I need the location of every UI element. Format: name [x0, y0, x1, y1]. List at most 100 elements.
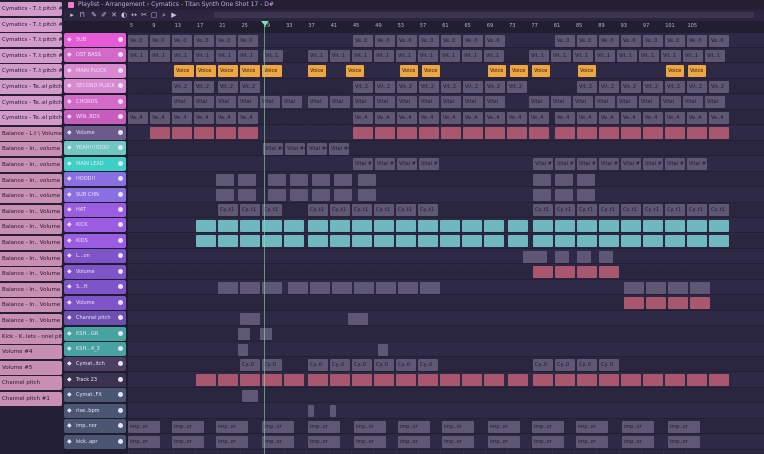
track-mute-toggle[interactable]: [118, 206, 123, 212]
pattern-clip[interactable]: Cy..0: [330, 358, 350, 371]
track-mute-toggle[interactable]: [118, 67, 123, 73]
pattern-clip[interactable]: [240, 374, 260, 387]
pattern-clip[interactable]: [555, 250, 569, 263]
pattern-clip[interactable]: Vit..1: [617, 49, 637, 62]
pattern-clip[interactable]: [334, 173, 352, 186]
pattern-clip[interactable]: [484, 235, 504, 248]
pattern-clip[interactable]: Vit..2: [375, 80, 395, 93]
pattern-clip[interactable]: [621, 127, 641, 140]
pattern-clip[interactable]: [268, 189, 286, 201]
track-header[interactable]: ◆ Track 23: [64, 372, 126, 387]
pattern-clip[interactable]: Voice: [532, 65, 550, 78]
pattern-clip[interactable]: [240, 312, 260, 325]
pattern-clip[interactable]: [555, 173, 573, 186]
pattern-clip[interactable]: [398, 281, 418, 294]
pattern-clip[interactable]: Ve..4: [507, 111, 527, 124]
pattern-clip[interactable]: Ve..0: [216, 34, 236, 47]
pattern-clip[interactable]: [262, 374, 282, 387]
pattern-clip[interactable]: Vit..2: [194, 80, 214, 93]
pattern-clip[interactable]: Ve..4: [529, 111, 549, 124]
pattern-clip[interactable]: [260, 328, 272, 341]
pattern-clip[interactable]: [577, 189, 595, 201]
pattern-clip[interactable]: Vital: [353, 96, 373, 109]
pattern-clip[interactable]: Vital: [419, 96, 439, 109]
pattern-clip[interactable]: [290, 189, 308, 201]
pattern-clip[interactable]: Ve..0: [621, 34, 641, 47]
pattern-clip[interactable]: imp..or: [488, 436, 520, 449]
pattern-clip[interactable]: [378, 343, 388, 356]
pattern-clip[interactable]: [218, 219, 238, 232]
track-mute-toggle[interactable]: [118, 83, 123, 89]
automation-clip-item[interactable]: Cymatics - Te..el pitch #1: [0, 95, 62, 110]
pattern-clip[interactable]: imp..or: [172, 436, 204, 449]
brush-tool-icon[interactable]: ✐: [100, 11, 108, 19]
pattern-clip[interactable]: Vit..1: [705, 49, 725, 62]
pattern-clip[interactable]: Cy..t1: [330, 204, 350, 217]
pattern-clip[interactable]: [462, 374, 482, 387]
pattern-clip[interactable]: [555, 235, 575, 248]
pattern-clip[interactable]: Ve..4: [353, 111, 373, 124]
pattern-clip[interactable]: Cy..0: [555, 358, 575, 371]
automation-clip-item[interactable]: Balance - In.. Volume #5: [0, 204, 62, 219]
pattern-clip[interactable]: [330, 235, 350, 248]
pattern-clip[interactable]: [555, 374, 575, 387]
pattern-clip[interactable]: Cy..t1: [599, 204, 619, 217]
pattern-clip[interactable]: Ve..4: [194, 111, 214, 124]
track-header[interactable]: ◆ MAIN LEAD: [64, 156, 126, 171]
pattern-clip[interactable]: Vital: [375, 96, 395, 109]
track-header[interactable]: ◆ MAIN PLUCK: [64, 63, 126, 78]
pattern-clip[interactable]: [687, 374, 707, 387]
pattern-clip[interactable]: Ve..4: [687, 111, 707, 124]
pattern-clip[interactable]: [529, 127, 549, 140]
pattern-clip[interactable]: Vit..1: [639, 49, 659, 62]
pattern-clip[interactable]: [665, 235, 685, 248]
delete-tool-icon[interactable]: ✕: [110, 11, 118, 19]
pattern-clip[interactable]: Voice: [174, 65, 194, 78]
track-mute-toggle[interactable]: [118, 330, 123, 336]
pattern-clip[interactable]: [508, 219, 528, 232]
pattern-clip[interactable]: Vit..1: [263, 49, 283, 62]
pattern-clip[interactable]: Vital: [617, 96, 637, 109]
pattern-clip[interactable]: Ve..4: [216, 111, 236, 124]
pattern-clip[interactable]: [284, 235, 304, 248]
pattern-clip[interactable]: Ve..4: [485, 111, 505, 124]
pattern-clip[interactable]: Vital: [551, 96, 571, 109]
pattern-clip[interactable]: [533, 250, 547, 263]
pattern-clip[interactable]: Vit..2: [643, 80, 663, 93]
track-mute-toggle[interactable]: [118, 268, 123, 274]
pattern-clip[interactable]: Vit..2: [507, 80, 527, 93]
pattern-clip[interactable]: imp..or: [442, 436, 474, 449]
pattern-clip[interactable]: [440, 374, 460, 387]
pattern-clip[interactable]: [555, 189, 573, 201]
playhead[interactable]: [264, 21, 265, 454]
automation-clip-item[interactable]: Balance - In.. volume #11: [0, 189, 62, 204]
pattern-clip[interactable]: [262, 281, 282, 294]
pattern-clip[interactable]: Voice: [488, 65, 506, 78]
track-mute-toggle[interactable]: [118, 315, 123, 321]
pattern-clip[interactable]: [577, 219, 597, 232]
pattern-clip[interactable]: [240, 235, 260, 248]
automation-clip-item[interactable]: Cymatics - T..t pitch #29: [0, 17, 62, 32]
track-lane[interactable]: [128, 249, 764, 265]
snap-magnet-icon[interactable]: ⊓: [78, 11, 86, 19]
pattern-clip[interactable]: [196, 235, 216, 248]
track-header[interactable]: ◆ Channel pitch: [64, 311, 126, 326]
pattern-clip[interactable]: Ve..0: [353, 34, 373, 47]
track-header[interactable]: ◆ HOOD!!: [64, 172, 126, 187]
track-lane[interactable]: [128, 311, 764, 327]
track-header[interactable]: ◆ CHORDS: [64, 94, 126, 109]
pattern-clip[interactable]: imp..or: [532, 420, 564, 433]
pattern-clip[interactable]: Vital: [308, 96, 328, 109]
pattern-clip[interactable]: [687, 127, 707, 140]
pattern-clip[interactable]: Vital #7: [665, 158, 685, 171]
mute-tool-icon[interactable]: ◐: [120, 11, 128, 19]
pattern-clip[interactable]: imp..or: [172, 420, 204, 433]
pattern-clip[interactable]: [352, 219, 372, 232]
pattern-clip[interactable]: Vit..2: [172, 80, 192, 93]
pattern-clip[interactable]: [288, 281, 308, 294]
pattern-clip[interactable]: [330, 219, 350, 232]
pattern-clip[interactable]: Ve..4: [599, 111, 619, 124]
pattern-clip[interactable]: Ve..4: [643, 111, 663, 124]
pattern-clip[interactable]: Cy..t1: [308, 204, 328, 217]
pattern-clip[interactable]: Ve..0: [128, 34, 148, 47]
